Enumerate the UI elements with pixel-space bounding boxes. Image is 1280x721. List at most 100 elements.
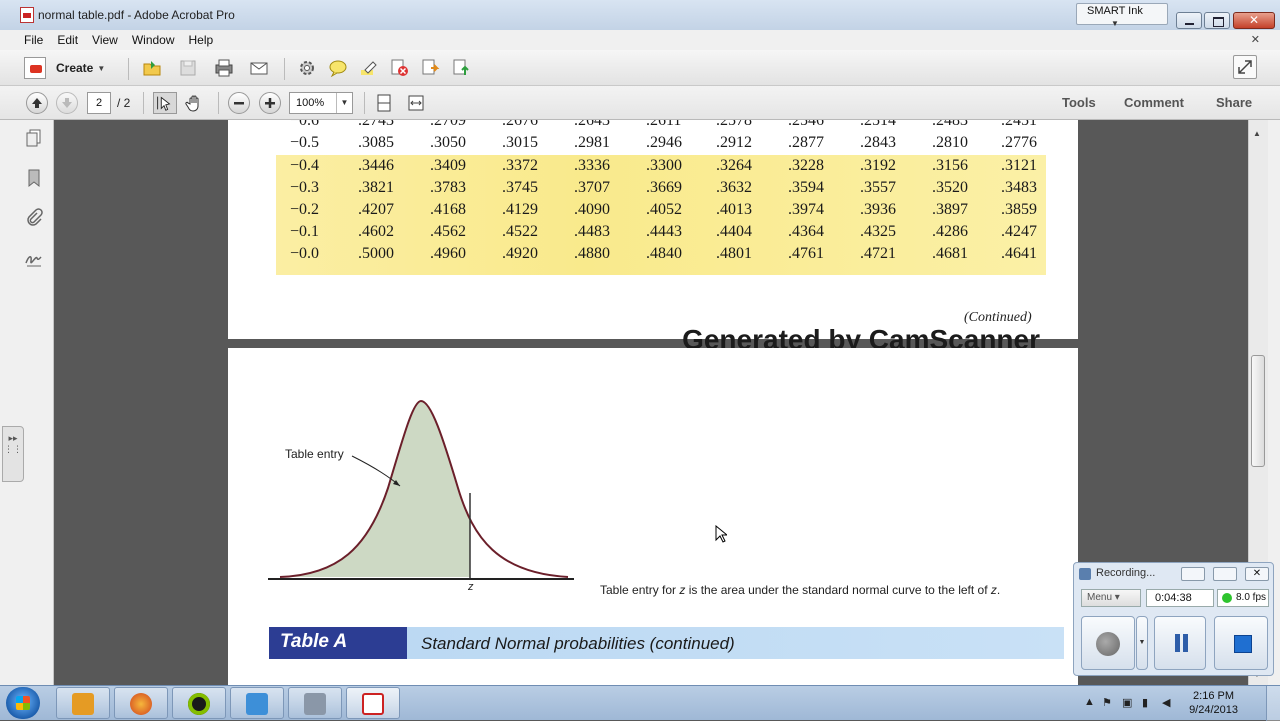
taskbar-outlook[interactable] [56,687,110,719]
delete-icon[interactable] [390,58,410,78]
document-viewport[interactable]: −0.6 .2743 .2709 .2676 .2643 .2611 .2578 .2546.… [55,120,1248,685]
select-tool-icon[interactable] [153,92,177,114]
smart-ink-toolbar[interactable]: SMART Ink ▼ [1076,3,1168,28]
pane-resize-grip[interactable]: ▸▸ ⋮⋮ [2,426,24,482]
table-cell: .4602 [358,223,394,240]
menu-help[interactable]: Help [182,33,221,47]
attachments-icon[interactable] [24,208,44,228]
next-page-button[interactable] [56,92,78,114]
menu-window[interactable]: Window [125,33,182,47]
taskbar-spotify[interactable] [172,687,226,719]
table-cell: .4090 [574,201,610,218]
mouse-cursor-icon [715,525,727,543]
table-cell: .4801 [716,245,752,262]
stop-button[interactable] [1214,616,1268,670]
fit-width-icon[interactable] [406,93,426,113]
signatures-icon[interactable] [24,248,44,268]
caption-text: . [996,583,1001,597]
outlook-icon [72,693,94,715]
table-row: −0.5 .3085 .3050 .3015 .2981 .2946 .2912 .2877.… [274,134,1054,156]
share-pane-link[interactable]: Share [1216,95,1252,110]
settings-icon[interactable] [297,58,317,78]
recorder-menu-dropdown[interactable]: Menu ▾ [1081,589,1141,607]
figure-caption: Table entry for z is the area under the … [600,583,1000,597]
start-button[interactable] [6,687,40,719]
toolbar-divider [284,58,285,80]
email-icon[interactable] [249,58,269,78]
table-cell: .3520 [932,179,968,196]
recorder-minimize-button[interactable] [1181,567,1205,581]
status-dot-icon [1222,593,1232,603]
table-cell: .3669 [646,179,682,196]
menu-view[interactable]: View [85,33,125,47]
expand-icon[interactable] [1233,55,1257,79]
maximize-button[interactable] [1204,12,1230,29]
minimize-button[interactable] [1176,12,1202,29]
create-button[interactable]: Create ▼ [24,56,105,80]
system-clock[interactable]: 2:16 PM 9/24/2013 [1189,689,1238,717]
volume-icon[interactable]: ◀ [1162,696,1170,709]
share-icon[interactable] [421,58,441,78]
highlight-icon[interactable] [359,58,379,78]
recorder-restore-button[interactable] [1213,567,1237,581]
show-desktop-button[interactable] [1266,686,1280,721]
record-button[interactable] [1081,616,1135,670]
previous-page-button[interactable] [26,92,48,114]
taskbar-acrobat[interactable] [346,687,400,719]
table-cell: .4840 [646,245,682,262]
table-cell: .2843 [860,134,896,151]
table-cell: .5000 [358,245,394,262]
scrollbar-thumb[interactable] [1251,355,1265,467]
page-number-input[interactable]: 2 [87,92,111,114]
fit-page-icon[interactable] [374,93,394,113]
table-cell: .3821 [358,179,394,196]
comment-icon[interactable] [328,58,348,78]
taskbar-notebook[interactable] [230,687,284,719]
table-cell: .2877 [788,134,824,151]
acrobat-icon [362,693,384,715]
action-center-flag-icon[interactable]: ⚑ [1102,696,1112,709]
print-icon[interactable] [214,58,234,78]
scroll-up-icon[interactable]: ▲ [1253,129,1261,138]
main-toolbar: Create ▼ [0,50,1280,86]
recorder-app-icon [1079,568,1091,580]
tools-pane-link[interactable]: Tools [1062,95,1096,110]
export-icon[interactable] [452,58,472,78]
table-cell: .4247 [1001,223,1037,240]
recorder-title: Recording... [1096,567,1156,579]
table-cell: .3409 [430,157,466,174]
menu-edit[interactable]: Edit [50,33,85,47]
recording-time: 0:04:38 [1146,589,1214,607]
table-cell: .2546 [788,120,824,129]
comment-pane-link[interactable]: Comment [1124,95,1184,110]
chevron-down-icon[interactable]: ▼ [336,93,352,113]
taskbar-network[interactable] [288,687,342,719]
network-signal-icon[interactable]: ▮ [1142,696,1148,709]
create-icon [24,57,46,79]
z-value: −0.5 [290,134,320,151]
hand-tool-icon[interactable] [185,93,205,113]
record-options-dropdown[interactable]: ▼ [1136,616,1148,670]
pause-button[interactable] [1154,616,1206,670]
table-cell: .2611 [646,120,682,129]
menu-file[interactable]: File [0,33,50,47]
zoom-out-button[interactable] [228,92,250,114]
taskbar-firefox[interactable] [114,687,168,719]
zoom-in-button[interactable] [259,92,281,114]
recorder-menu-label: Menu [1087,592,1113,603]
page-thumbnails-icon[interactable] [24,128,44,148]
z-value: −0.1 [290,223,320,240]
device-icon[interactable]: ▣ [1122,696,1132,709]
bookmarks-icon[interactable] [24,168,44,188]
table-row: −0.1 .4602 .4562 .4522 .4483 .4443 .4404 .4364.… [274,223,1054,245]
save-icon[interactable] [178,58,198,78]
close-button[interactable]: ✕ [1233,12,1275,29]
left-navigation-pane: ▸▸ ⋮⋮ [0,120,54,685]
recorder-close-button[interactable]: ✕ [1245,567,1269,581]
zoom-select[interactable]: 100% ▼ [289,92,353,114]
close-document-icon[interactable]: ✕ [1251,33,1260,46]
chevron-down-icon[interactable]: ▼ [1111,17,1119,31]
table-cell: .4522 [502,223,538,240]
show-hidden-icons-icon[interactable]: ▲ [1084,696,1095,708]
open-icon[interactable] [142,58,162,78]
